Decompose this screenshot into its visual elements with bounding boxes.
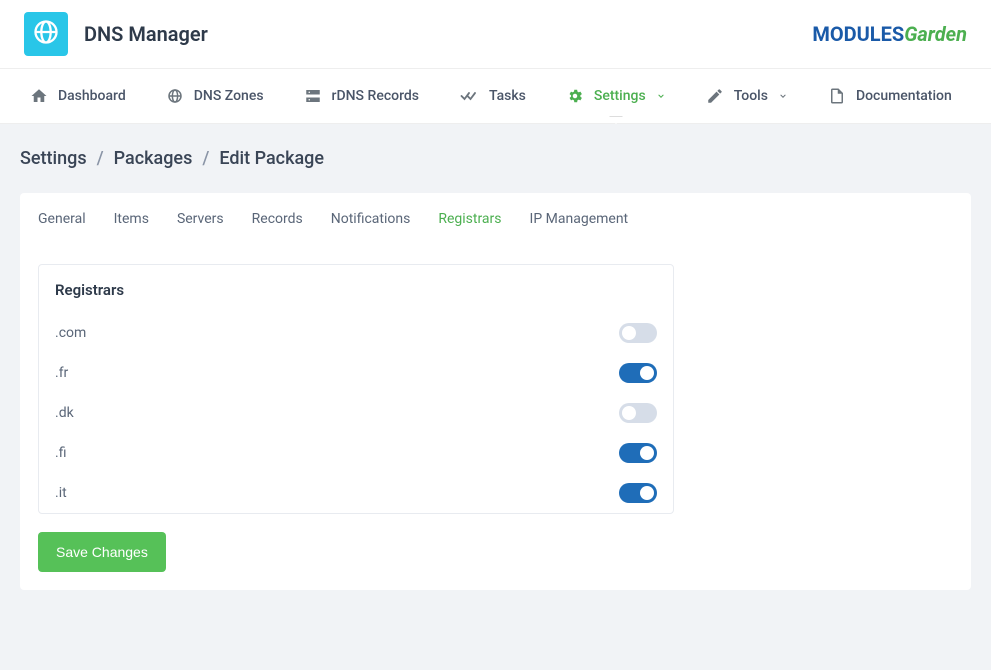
gear-icon [566,87,584,105]
globe-icon [32,18,60,50]
toggle-knob [640,366,654,380]
main-nav: Dashboard DNS Zones rDNS Records Tasks S… [0,68,991,124]
breadcrumb: Settings / Packages / Edit Package [20,148,971,169]
server-icon [304,87,322,105]
tab-records[interactable]: Records [252,211,303,231]
nav-dashboard[interactable]: Dashboard [12,69,144,123]
breadcrumb-current: Edit Package [219,148,324,169]
registrar-tld: .fi [55,445,66,461]
toggle-dk[interactable] [619,403,657,423]
registrar-tld: .dk [55,405,74,421]
card-body: Registrars .com .fr .dk [20,246,971,590]
toggle-knob [622,326,636,340]
nav-tasks[interactable]: Tasks [441,69,544,123]
home-icon [30,87,48,105]
registrar-tld: .com [55,325,86,341]
checklist-icon [459,87,479,105]
tab-ip-management[interactable]: IP Management [530,211,629,231]
nav-rdns[interactable]: rDNS Records [286,69,437,123]
app-logo [24,12,68,56]
brand-garden: Garden [904,22,967,46]
tab-registrars[interactable]: Registrars [438,211,501,231]
tab-label: Registrars [438,211,501,227]
header-left: DNS Manager [24,12,208,56]
toggle-com[interactable] [619,323,657,343]
breadcrumb-sep: / [97,148,104,169]
registrars-panel: Registrars .com .fr .dk [38,264,674,514]
nav-label: Settings [594,88,646,104]
nav-label: DNS Zones [194,88,264,104]
registrar-tld: .it [55,485,67,501]
registrar-row-dk: .dk [39,393,673,433]
nav-settings[interactable]: Settings [548,69,684,123]
app-header: DNS Manager MODULESGarden [0,0,991,68]
breadcrumb-sep: / [202,148,209,169]
nav-dns-zones[interactable]: DNS Zones [148,69,282,123]
nav-label: rDNS Records [332,88,419,104]
chevron-down-icon [778,91,788,101]
registrar-row-fr: .fr [39,353,673,393]
tab-servers[interactable]: Servers [177,211,224,231]
nav-tools[interactable]: Tools [688,69,806,123]
panel-title: Registrars [39,265,673,313]
registrar-row-com: .com [39,313,673,353]
tab-general[interactable]: General [38,211,86,231]
toggle-fr[interactable] [619,363,657,383]
breadcrumb-mid[interactable]: Packages [114,148,193,169]
pencil-icon [706,87,724,105]
toggle-knob [640,486,654,500]
brand-modules: MODULES [812,22,904,46]
nav-active-caret [609,117,623,124]
brand-logo: MODULESGarden [812,22,967,46]
toggle-it[interactable] [619,483,657,503]
nav-label: Documentation [856,88,952,104]
tab-notifications[interactable]: Notifications [331,211,411,231]
toggle-knob [640,446,654,460]
breadcrumb-root[interactable]: Settings [20,148,87,169]
save-button[interactable]: Save Changes [38,532,166,572]
toggle-fi[interactable] [619,443,657,463]
tabs: General Items Servers Records Notificati… [20,193,971,246]
toggle-knob [622,406,636,420]
tab-items[interactable]: Items [114,211,149,231]
settings-card: General Items Servers Records Notificati… [20,193,971,590]
nav-documentation[interactable]: Documentation [810,69,970,123]
chevron-down-icon [656,91,666,101]
registrar-row-fi: .fi [39,433,673,473]
nav-label: Tasks [489,88,526,104]
registrar-row-it: .it [39,473,673,513]
nav-label: Tools [734,88,768,104]
globe-icon [166,87,184,105]
registrar-tld: .fr [55,365,68,381]
nav-label: Dashboard [58,88,126,104]
app-title: DNS Manager [84,22,208,46]
document-icon [828,87,846,105]
content-area: Settings / Packages / Edit Package Gener… [0,124,991,670]
